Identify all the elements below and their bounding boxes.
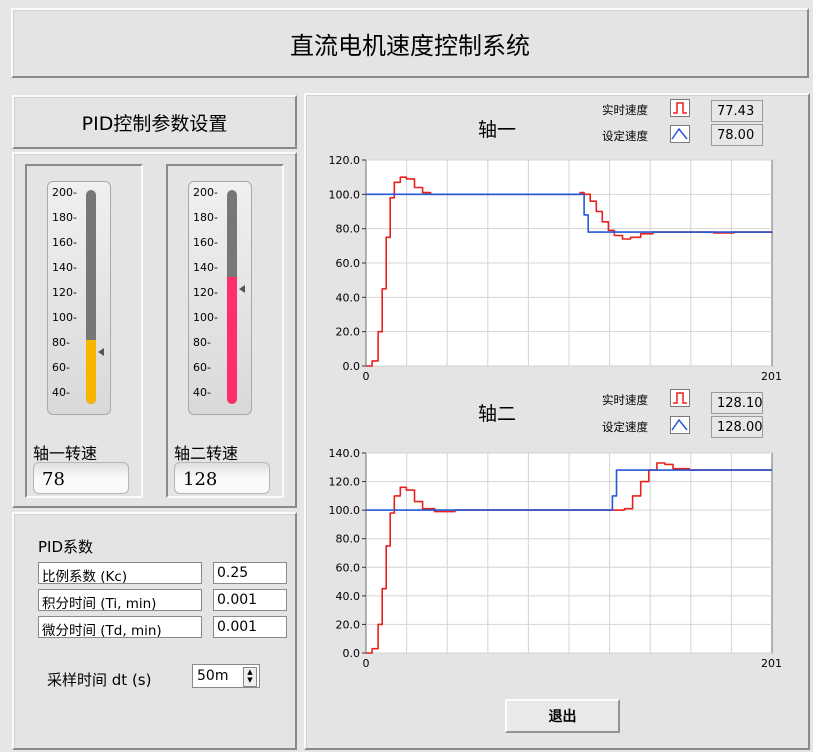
pid-coefficient-panel: PID系数 比例系数 (Kc) 0.25 积分时间 (Ti, min) 0.00… xyxy=(12,512,297,750)
tank-tick-label: 200- xyxy=(52,186,77,199)
app-title: 直流电机速度控制系统 xyxy=(290,31,530,60)
sample-time-value: 50m xyxy=(197,668,229,684)
tank-tick-label: 200- xyxy=(193,186,218,199)
axis2-speed-label: 轴二转速 xyxy=(174,444,239,463)
tank-tick-label: 120- xyxy=(52,286,77,299)
y-tick-label: 0.0 xyxy=(343,647,361,660)
tank-tick-label: 180- xyxy=(193,211,218,224)
ti-label: 积分时间 (Ti, min) xyxy=(38,589,202,612)
tank-tick-label: 60- xyxy=(52,361,70,374)
tank-tick-label: 100- xyxy=(52,311,77,324)
exit-button-label: 退出 xyxy=(548,709,577,725)
tank-tick-label: 120- xyxy=(193,286,218,299)
kc-label: 比例系数 (Kc) xyxy=(38,562,202,585)
axis1-speed-tank[interactable]: 200- 180- 160- 140- 120- 100- 80- 60- 40… xyxy=(47,181,111,415)
axis1-tank-pointer-icon[interactable] xyxy=(98,347,104,356)
sample-time-input[interactable]: 50m ▲ ▼ xyxy=(192,664,260,688)
axis1-speed-value[interactable]: 78 xyxy=(33,462,129,494)
axis2-tank-fill xyxy=(227,277,237,404)
y-tick-label: 20.0 xyxy=(336,618,361,631)
tank-tick-label: 80- xyxy=(52,336,70,349)
tank-tick-label: 100- xyxy=(193,311,218,324)
tank-tick-label: 160- xyxy=(52,236,77,249)
exit-button[interactable]: 退出 xyxy=(505,699,620,733)
axis1-tank-tube xyxy=(86,190,96,404)
axis1-speed-label: 轴一转速 xyxy=(33,444,98,463)
tank-tick-label: 40- xyxy=(52,386,70,399)
ti-value[interactable]: 0.001 xyxy=(213,589,287,611)
y-tick-label: 60.0 xyxy=(336,561,361,574)
y-tick-label: 40.0 xyxy=(336,590,361,603)
tank-tick-label: 140- xyxy=(52,261,77,274)
pid-coefficient-title: PID系数 xyxy=(38,538,94,556)
pid-settings-title: PID控制参数设置 xyxy=(81,112,228,135)
tank-tick-label: 140- xyxy=(193,261,218,274)
axis1-tank-fill xyxy=(86,339,96,404)
speed-input-panel: 200- 180- 160- 140- 120- 100- 80- 60- 40… xyxy=(12,152,297,508)
pid-settings-header: PID控制参数设置 xyxy=(12,95,297,149)
x-tick-label: 201 xyxy=(761,657,782,670)
spin-down-icon[interactable]: ▼ xyxy=(244,676,256,684)
sample-time-label: 采样时间 dt (s) xyxy=(47,671,152,689)
y-tick-label: 120.0 xyxy=(329,476,361,489)
x-tick-label: 0 xyxy=(363,657,370,670)
chart2-plot[interactable]: 0.0 20.0 40.0 60.0 80.0 100.0 120.0 140.0 0 201 xyxy=(306,95,808,715)
td-value[interactable]: 0.001 xyxy=(213,616,287,638)
kc-value[interactable]: 0.25 xyxy=(213,562,287,584)
y-tick-label: 140.0 xyxy=(329,447,361,460)
tank-tick-label: 160- xyxy=(193,236,218,249)
window-title-bar: 直流电机速度控制系统 xyxy=(11,8,809,78)
axis2-speed-tank[interactable]: 200- 180- 160- 140- 120- 100- 80- 60- 40… xyxy=(188,181,252,415)
sample-time-spinner[interactable]: ▲ ▼ xyxy=(243,667,257,687)
tank-tick-label: 180- xyxy=(52,211,77,224)
axis2-speed-value[interactable]: 128 xyxy=(174,462,270,494)
axis2-tank-box: 200- 180- 160- 140- 120- 100- 80- 60- 40… xyxy=(166,164,284,498)
pid-coefficient-table: 比例系数 (Kc) 0.25 积分时间 (Ti, min) 0.001 微分时间… xyxy=(38,562,288,639)
axis2-tank-pointer-icon[interactable] xyxy=(239,285,245,293)
axis1-tank-box: 200- 180- 160- 140- 120- 100- 80- 60- 40… xyxy=(25,164,143,498)
td-label: 微分时间 (Td, min) xyxy=(38,616,202,639)
y-tick-label: 80.0 xyxy=(336,533,361,546)
tank-tick-label: 40- xyxy=(193,386,211,399)
tank-tick-label: 80- xyxy=(193,336,211,349)
y-tick-label: 100.0 xyxy=(329,504,361,517)
spin-up-icon[interactable]: ▲ xyxy=(244,668,256,676)
tank-tick-label: 60- xyxy=(193,361,211,374)
chart-panel: 轴一 实时速度 77.43 设定速度 78.00 轴二 实时速度 128.10 … xyxy=(304,93,810,750)
axis2-tank-tube xyxy=(227,190,237,404)
